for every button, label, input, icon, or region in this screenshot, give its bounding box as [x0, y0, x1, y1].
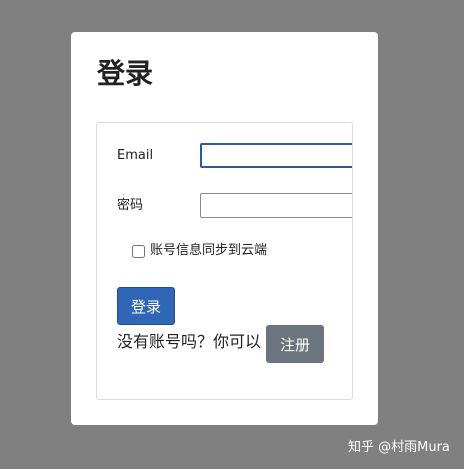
- email-field[interactable]: [200, 143, 352, 168]
- sync-option[interactable]: 账号信息同步到云端: [132, 242, 267, 260]
- password-field[interactable]: [200, 193, 352, 218]
- register-prompt: 没有账号吗？你可以: [117, 332, 262, 351]
- sync-checkbox[interactable]: [132, 244, 145, 258]
- login-card: 登录 Email 密码 账号信息同步到云端 登录 没有账号吗？你可以 注册: [71, 32, 378, 425]
- email-label: Email: [117, 148, 154, 163]
- register-button[interactable]: 注册: [266, 325, 324, 363]
- page-title: 登录: [97, 57, 154, 90]
- watermark: 知乎 @村雨Mura: [348, 440, 450, 455]
- login-form: Email 密码 账号信息同步到云端 登录 没有账号吗？你可以 注册: [96, 122, 353, 400]
- password-label: 密码: [117, 198, 144, 213]
- login-button[interactable]: 登录: [117, 287, 175, 325]
- sync-checkbox-label: 账号信息同步到云端: [150, 243, 268, 258]
